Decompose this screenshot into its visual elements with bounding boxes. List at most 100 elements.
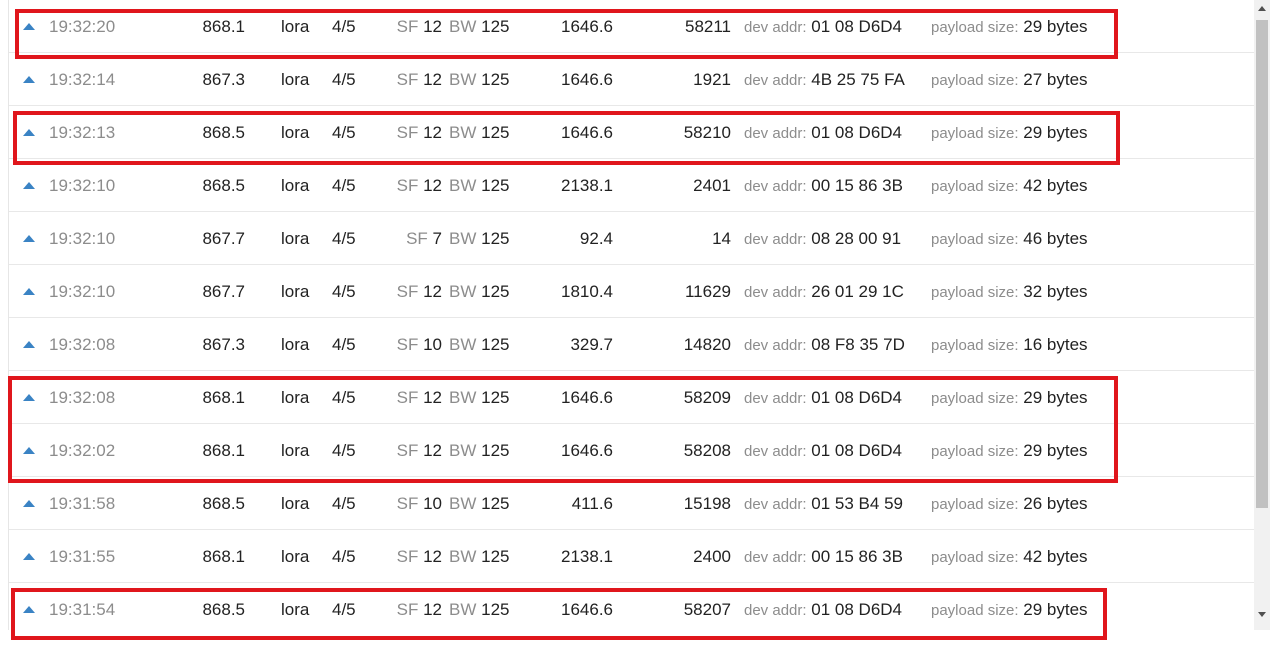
packet-row[interactable]: 19:32:08 867.3 lora 4/5 SF 10 BW 125 329.7 1482… <box>9 318 1254 371</box>
packet-payload-size: payload size: 32 bytes <box>931 265 1088 319</box>
packet-dev-addr: dev addr: 01 08 D6D4 <box>744 424 902 478</box>
packet-bandwidth: BW 125 <box>449 477 510 530</box>
packet-row[interactable]: 19:32:10 867.7 lora 4/5 SF 12 BW 125 1810.4 116… <box>9 265 1254 318</box>
packet-airtime: 329.7 <box>570 335 613 354</box>
uplink-icon <box>23 182 35 189</box>
packet-modulation: lora <box>281 282 310 301</box>
packet-counter: 14820 <box>683 335 731 354</box>
packet-payload-size: payload size: 29 bytes <box>931 371 1088 425</box>
packet-row[interactable]: 19:32:02 868.1 lora 4/5 SF 12 BW 125 1646.6 582… <box>9 424 1254 477</box>
payload-size-value: 26 bytes <box>1023 494 1088 513</box>
packet-spreading-factor: SF 12 <box>369 530 442 583</box>
scroll-thumb[interactable] <box>1256 20 1268 508</box>
packet-row[interactable]: 19:31:55 868.1 lora 4/5 SF 12 BW 125 2138.1 240… <box>9 530 1254 583</box>
sf-label: SF <box>396 600 419 619</box>
packet-spreading-factor: SF 12 <box>369 106 442 159</box>
packet-coding-rate: 4/5 <box>332 176 356 195</box>
payload-size-value: 32 bytes <box>1023 282 1088 301</box>
sf-label: SF <box>406 229 428 248</box>
uplink-icon <box>23 341 35 348</box>
packet-row[interactable]: 19:32:14 867.3 lora 4/5 SF 12 BW 125 1646.6 192… <box>9 53 1254 106</box>
packet-dev-addr: dev addr: 00 15 86 3B <box>744 530 903 584</box>
bw-label: BW <box>449 441 477 460</box>
bw-value: 125 <box>481 229 510 248</box>
scrollbar[interactable] <box>1254 0 1270 630</box>
payload-size-value: 29 bytes <box>1023 123 1088 142</box>
packet-frequency: 867.7 <box>202 229 245 248</box>
payload-size-value: 42 bytes <box>1023 176 1088 195</box>
packet-modulation: lora <box>281 70 310 89</box>
packet-time: 19:32:02 <box>49 441 116 460</box>
bw-value: 125 <box>481 70 510 89</box>
packet-row[interactable]: 19:32:20 868.1 lora 4/5 SF 12 BW 125 1646.6 582… <box>9 0 1254 53</box>
packet-list: 19:32:20 868.1 lora 4/5 SF 12 BW 125 1646.6 582… <box>8 0 1254 630</box>
packet-bandwidth: BW 125 <box>449 583 510 630</box>
packet-payload-size: payload size: 26 bytes <box>931 477 1088 531</box>
dev-addr-value: 01 08 D6D4 <box>811 600 903 619</box>
packet-spreading-factor: SF 12 <box>369 159 442 212</box>
scroll-down-icon[interactable] <box>1258 612 1266 617</box>
packet-row[interactable]: 19:31:54 868.5 lora 4/5 SF 12 BW 125 1646.6 582… <box>9 583 1254 630</box>
packet-frequency: 867.3 <box>202 335 245 354</box>
bw-value: 125 <box>481 388 510 407</box>
packet-row[interactable]: 19:31:58 868.5 lora 4/5 SF 10 BW 125 411.6 1519… <box>9 477 1254 530</box>
sf-value: 12 <box>423 441 442 460</box>
packet-time: 19:32:08 <box>49 388 116 407</box>
packet-counter: 1921 <box>693 70 731 89</box>
packet-counter: 14 <box>712 229 731 248</box>
payload-size-label: payload size: <box>931 496 1019 513</box>
packet-spreading-factor: SF 12 <box>369 53 442 106</box>
packet-spreading-factor: SF 7 <box>369 212 442 265</box>
packet-coding-rate: 4/5 <box>332 441 356 460</box>
packet-airtime: 1646.6 <box>561 441 613 460</box>
packet-row[interactable]: 19:32:10 867.7 lora 4/5 SF 7 BW 125 92.4 14 dev … <box>9 212 1254 265</box>
packet-coding-rate: 4/5 <box>332 335 356 354</box>
sf-value: 7 <box>432 229 442 248</box>
packet-row[interactable]: 19:32:08 868.1 lora 4/5 SF 12 BW 125 1646.6 582… <box>9 371 1254 424</box>
uplink-icon <box>23 235 35 242</box>
packet-spreading-factor: SF 12 <box>369 371 442 424</box>
sf-label: SF <box>396 335 419 354</box>
dev-addr-value: 00 15 86 3B <box>811 547 903 566</box>
packet-modulation: lora <box>281 547 310 566</box>
packet-time: 19:32:10 <box>49 282 116 301</box>
packet-row[interactable]: 19:32:10 868.5 lora 4/5 SF 12 BW 125 2138.1 240… <box>9 159 1254 212</box>
packet-bandwidth: BW 125 <box>449 0 510 53</box>
packet-modulation: lora <box>281 441 310 460</box>
packet-bandwidth: BW 125 <box>449 106 510 159</box>
packet-payload-size: payload size: 16 bytes <box>931 318 1088 372</box>
dev-addr-label: dev addr: <box>744 19 807 36</box>
packet-time: 19:32:10 <box>49 176 116 195</box>
payload-size-label: payload size: <box>931 549 1019 566</box>
packet-coding-rate: 4/5 <box>332 494 356 513</box>
payload-size-value: 16 bytes <box>1023 335 1088 354</box>
packet-coding-rate: 4/5 <box>332 388 356 407</box>
packet-time: 19:32:10 <box>49 229 116 248</box>
uplink-icon <box>23 553 35 560</box>
packet-dev-addr: dev addr: 01 08 D6D4 <box>744 106 902 160</box>
sf-label: SF <box>396 547 419 566</box>
sf-label: SF <box>396 176 419 195</box>
bw-value: 125 <box>481 494 510 513</box>
packet-coding-rate: 4/5 <box>332 70 356 89</box>
packet-modulation: lora <box>281 600 310 619</box>
sf-value: 12 <box>423 282 442 301</box>
payload-size-value: 42 bytes <box>1023 547 1088 566</box>
bw-label: BW <box>449 494 477 513</box>
packet-frequency: 868.1 <box>202 17 245 36</box>
packet-counter: 15198 <box>683 494 731 513</box>
sf-label: SF <box>396 388 419 407</box>
packet-row[interactable]: 19:32:13 868.5 lora 4/5 SF 12 BW 125 1646.6 582… <box>9 106 1254 159</box>
packet-spreading-factor: SF 10 <box>369 318 442 371</box>
packet-frequency: 868.1 <box>202 388 245 407</box>
dev-addr-value: 4B 25 75 FA <box>811 70 905 89</box>
packet-dev-addr: dev addr: 26 01 29 1C <box>744 265 904 319</box>
packet-bandwidth: BW 125 <box>449 530 510 583</box>
dev-addr-value: 08 F8 35 7D <box>811 335 905 354</box>
packet-coding-rate: 4/5 <box>332 17 356 36</box>
bw-label: BW <box>449 388 477 407</box>
packet-dev-addr: dev addr: 01 08 D6D4 <box>744 371 902 425</box>
scroll-up-icon[interactable] <box>1258 6 1266 11</box>
payload-size-label: payload size: <box>931 602 1019 619</box>
packet-dev-addr: dev addr: 01 08 D6D4 <box>744 583 902 630</box>
